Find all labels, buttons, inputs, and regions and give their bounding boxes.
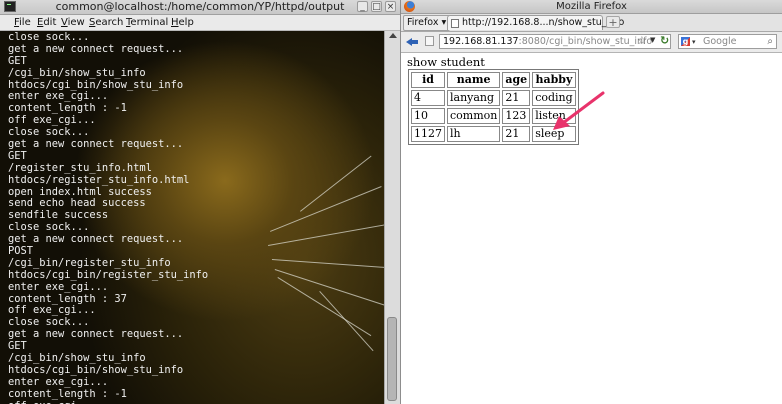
table-cell: 123 xyxy=(502,108,531,124)
firefox-menu-button[interactable]: Firefox ▾ xyxy=(403,15,451,31)
tab-show-stu-info[interactable]: http://192.168.8...n/show_stu_info xyxy=(447,15,624,30)
minimize-button[interactable]: _ xyxy=(357,1,368,12)
search-placeholder: Google xyxy=(703,36,737,47)
tab-bar: Firefox ▾ http://192.168.8...n/show_stu_… xyxy=(401,14,782,32)
url-dropdown-icon[interactable]: ▼ xyxy=(650,33,655,48)
navigation-toolbar: 192.168.81.137:8080/cgi_bin/show_stu_inf… xyxy=(401,32,782,53)
annotation-arrow-icon xyxy=(553,91,605,130)
terminal-line: /register_stu_info.html xyxy=(8,161,152,174)
terminal-line: content_length : -1 xyxy=(8,387,127,400)
background-whisker xyxy=(274,269,384,306)
terminal-line: enter exe_cgi... xyxy=(8,280,109,293)
terminal-line: htdocs/register_stu_info.html xyxy=(8,173,190,186)
table-cell: 21 xyxy=(502,126,531,142)
background-whisker xyxy=(319,291,374,352)
column-header-habby: habby xyxy=(532,72,576,88)
terminal-line: get a new connect request... xyxy=(8,138,184,151)
browser-title: Mozilla Firefox xyxy=(556,1,627,12)
background-whisker xyxy=(270,186,382,232)
table-cell: lanyang xyxy=(447,90,501,106)
close-button[interactable]: × xyxy=(385,1,396,12)
page-icon xyxy=(451,19,459,28)
column-header-name: name xyxy=(447,72,501,88)
terminal-titlebar[interactable]: common@localhost:/home/common/YP/httpd/o… xyxy=(0,0,400,15)
terminal-line: get a new connect request... xyxy=(8,233,184,246)
table-cell: 21 xyxy=(502,90,531,106)
terminal-line: off exe_cgi... xyxy=(8,400,208,404)
page-heading: show student xyxy=(407,55,485,69)
terminal-line: htdocs/cgi_bin/register_stu_info xyxy=(8,268,209,281)
arrow-shaft xyxy=(561,91,605,125)
terminal-line: get a new connect request... xyxy=(8,328,184,341)
terminal-scrollbar[interactable] xyxy=(384,31,400,404)
scrollbar-thumb[interactable] xyxy=(387,317,397,401)
menu-search[interactable]: Search xyxy=(89,15,123,30)
menu-help[interactable]: Help xyxy=(171,15,194,30)
terminal-line: get a new connect request... xyxy=(8,42,184,55)
identity-icon[interactable] xyxy=(425,36,434,46)
table-cell: lh xyxy=(447,126,501,142)
menu-edit[interactable]: Edit xyxy=(37,15,56,30)
url-path: :8080/cgi_bin/show_stu_info xyxy=(518,36,653,47)
column-header-age: age xyxy=(502,72,531,88)
scroll-up-icon[interactable] xyxy=(389,33,397,38)
star-icon[interactable]: ☆ xyxy=(637,33,647,48)
menu-view[interactable]: View xyxy=(61,15,85,30)
table-cell: 4 xyxy=(411,90,445,106)
search-icon[interactable]: ⌕ xyxy=(767,35,773,48)
firefox-menu-label: Firefox xyxy=(407,17,439,28)
table-cell: common xyxy=(447,108,501,124)
browser-titlebar[interactable]: Mozilla Firefox xyxy=(401,0,782,14)
terminal-text: close sock... get a new connect request..… xyxy=(8,31,209,404)
terminal-line: /cgi_bin/show_stu_info xyxy=(8,66,146,79)
background-whisker xyxy=(271,259,384,269)
column-header-id: id xyxy=(411,72,445,88)
google-icon[interactable]: g xyxy=(681,37,690,46)
background-whisker xyxy=(268,223,384,246)
url-text: 192.168.81.137:8080/cgi_bin/show_stu_inf… xyxy=(443,35,652,48)
terminal-title: common@localhost:/home/common/YP/httpd/o… xyxy=(55,0,345,13)
table-cell: 1127 xyxy=(411,126,445,142)
reload-icon[interactable]: ↻ xyxy=(660,33,669,48)
browser-window: Mozilla Firefox Firefox ▾ http://192.168… xyxy=(401,0,782,404)
back-arrow-icon[interactable] xyxy=(406,35,420,49)
terminal-line: GET xyxy=(8,149,27,162)
tab-label: http://192.168.8...n/show_stu_info xyxy=(462,17,625,28)
table-cell: 10 xyxy=(411,108,445,124)
terminal-line: GET xyxy=(8,54,27,67)
search-engine-dropdown-icon[interactable]: ▾ xyxy=(692,36,696,48)
terminal-output[interactable]: close sock... get a new connect request..… xyxy=(0,31,384,404)
table-header-row: id name age habby xyxy=(411,72,576,88)
page-content: show student id name age habby 4 lanyang… xyxy=(401,53,782,404)
url-host: 192.168.81.137 xyxy=(443,36,519,47)
search-input[interactable]: g ▾ Google ⌕ xyxy=(678,34,777,49)
menu-file[interactable]: File xyxy=(14,15,31,30)
terminal-window: common@localhost:/home/common/YP/httpd/o… xyxy=(0,0,401,404)
maximize-button[interactable]: □ xyxy=(371,1,382,12)
plus-icon[interactable]: + xyxy=(606,16,620,28)
menu-terminal[interactable]: Terminal xyxy=(126,15,168,30)
chevron-down-icon: ▾ xyxy=(438,17,447,28)
terminal-line: enter exe_cgi... xyxy=(8,375,109,388)
terminal-menubar: File Edit View Search Terminal Help xyxy=(0,15,400,31)
